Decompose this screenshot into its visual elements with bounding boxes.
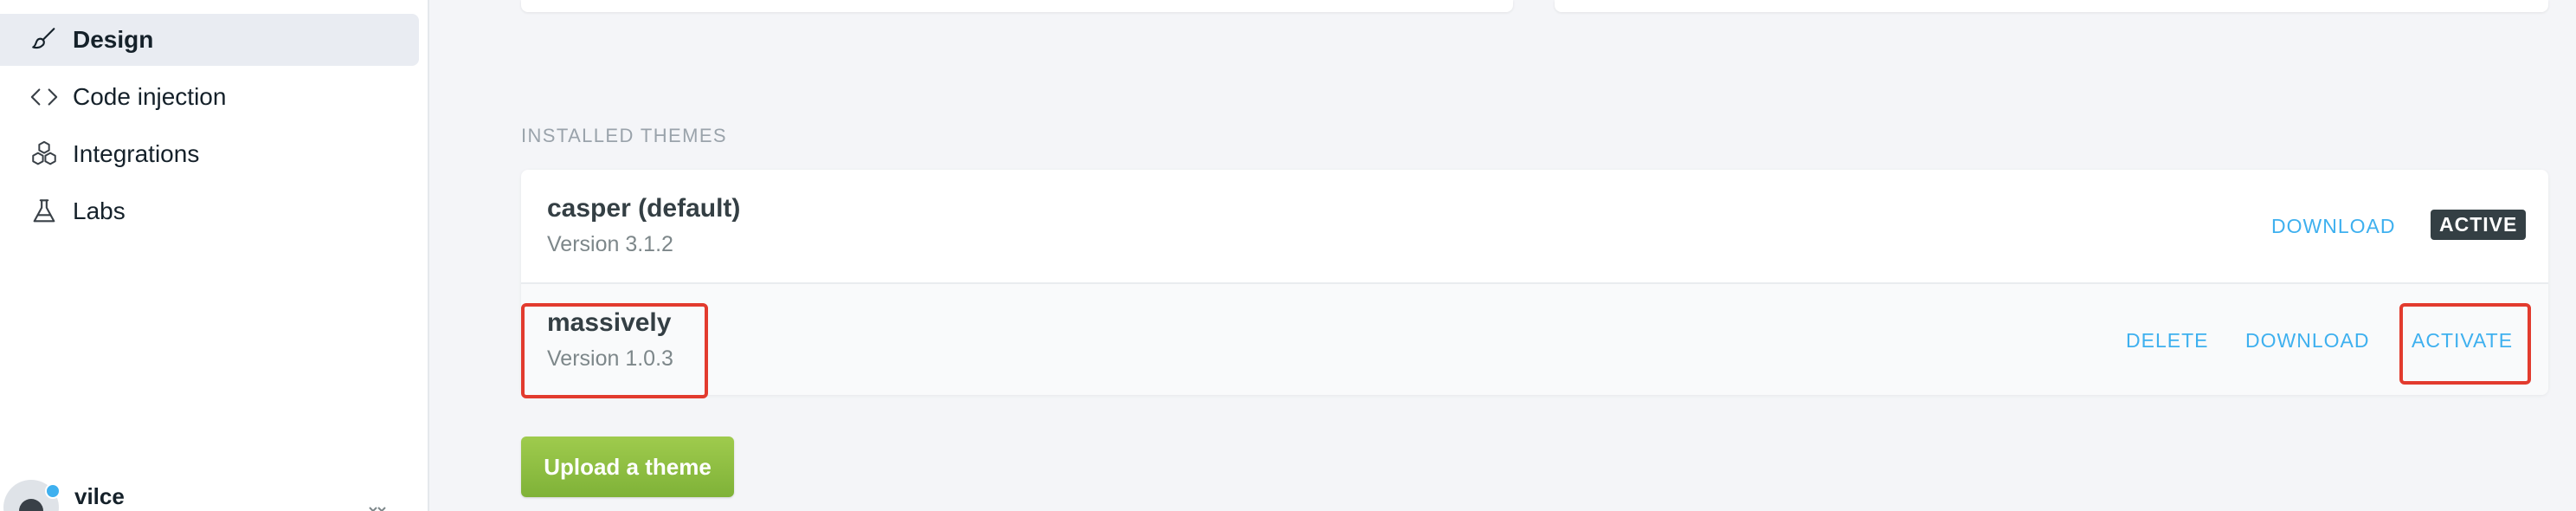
sidebar-item-integrations[interactable]: Integrations (0, 128, 419, 180)
download-button[interactable]: DOWNLOAD (2245, 329, 2369, 353)
highlight-box (2399, 303, 2531, 385)
settings-card (1555, 0, 2548, 12)
flask-icon (29, 197, 59, 226)
upload-theme-button[interactable]: Upload a theme (521, 437, 734, 497)
download-button[interactable]: DOWNLOAD (2271, 215, 2395, 238)
code-icon (29, 82, 59, 112)
sidebar: Design Code injection Integrations Labs … (0, 0, 429, 511)
sidebar-item-label: Design (73, 26, 154, 53)
section-label: INSTALLED THEMES (521, 125, 727, 146)
theme-version: Version 3.1.2 (547, 232, 673, 256)
highlight-box (521, 303, 708, 398)
theme-row-casper: casper (default) Version 3.1.2 DOWNLOAD … (521, 170, 2548, 282)
app-window: Design Code injection Integrations Labs … (0, 0, 2576, 511)
theme-name: casper (default) (547, 194, 741, 223)
theme-row-massively: massively Version 1.0.3 DELETE DOWNLOAD … (521, 282, 2548, 395)
blocks-icon (29, 139, 59, 169)
paintbrush-icon (29, 25, 59, 55)
settings-card (521, 0, 1513, 12)
status-dot-icon (45, 483, 61, 499)
sidebar-item-label: Labs (73, 197, 126, 224)
user-menu[interactable]: vilce (0, 475, 428, 511)
sidebar-item-code-injection[interactable]: Code injection (0, 71, 419, 123)
sidebar-item-labs[interactable]: Labs (0, 185, 419, 237)
active-badge: ACTIVE (2431, 210, 2527, 240)
chevron-down-icon (369, 507, 386, 511)
delete-button[interactable]: DELETE (2126, 329, 2208, 353)
installed-themes-list: casper (default) Version 3.1.2 DOWNLOAD … (521, 170, 2548, 395)
sidebar-item-label: Code injection (73, 83, 227, 110)
sidebar-item-label: Integrations (73, 140, 200, 167)
user-name: vilce (74, 483, 125, 509)
sidebar-item-design[interactable]: Design (0, 14, 419, 66)
